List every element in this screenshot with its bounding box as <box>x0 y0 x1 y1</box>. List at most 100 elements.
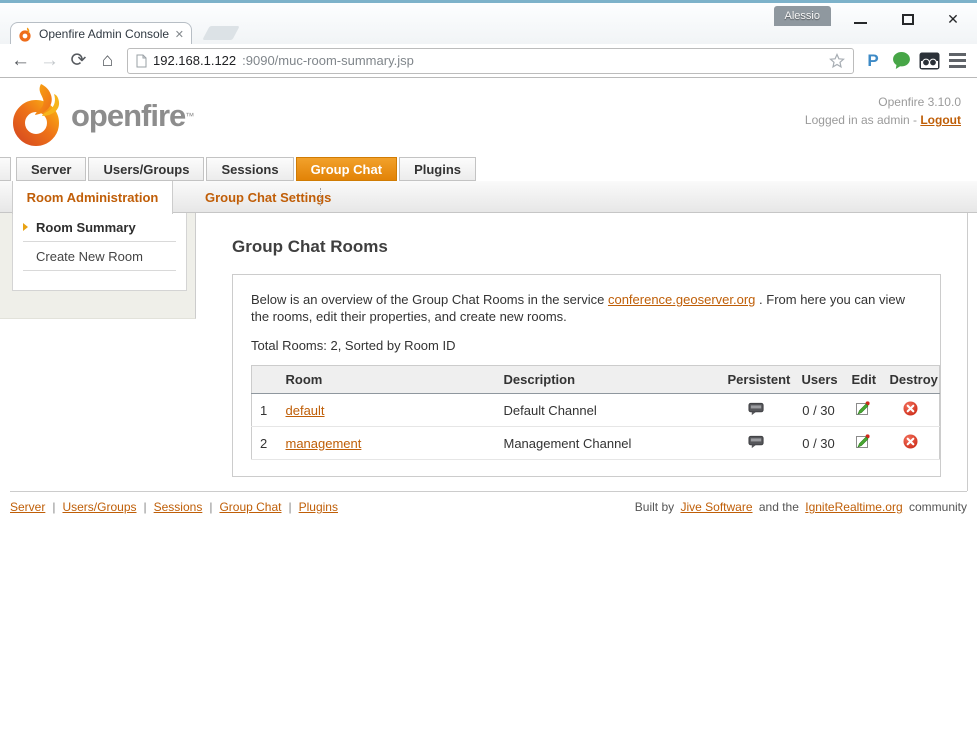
sidebar-item-room-summary[interactable]: Room Summary <box>23 213 176 242</box>
room-link[interactable]: management <box>286 436 362 451</box>
footer-separator: | <box>144 500 147 514</box>
home-icon[interactable]: ⌂ <box>93 47 122 75</box>
subtab-group-chat-settings[interactable]: Group Chat Settings <box>187 181 349 213</box>
openfire-logo: openfire ™ <box>10 84 194 148</box>
room-users: 0 / 30 <box>794 427 844 460</box>
room-description: Management Channel <box>496 427 720 460</box>
window-close-button[interactable]: ✕ <box>937 8 969 30</box>
col-destroy: Destroy <box>882 366 940 394</box>
nav-edge-stub <box>0 157 11 181</box>
footer-link-users-groups[interactable]: Users/Groups <box>62 500 136 514</box>
browser-menu-icon[interactable] <box>943 47 971 75</box>
profile-name-badge[interactable]: Alessio <box>774 6 831 26</box>
page-footer: Server | Users/Groups | Sessions | Group Chat |… <box>10 491 967 514</box>
extension-binoculars-icon[interactable] <box>915 47 943 75</box>
sidebar: Room Summary Create New Room <box>0 213 196 319</box>
total-rooms-line: Total Rooms: 2, Sorted by Room ID <box>251 338 922 353</box>
tab-title: Openfire Admin Console: <box>39 27 169 41</box>
service-link[interactable]: conference.geoserver.org <box>608 292 755 307</box>
footer-link-plugins[interactable]: Plugins <box>299 500 338 514</box>
openfire-header: openfire ™ Openfire 3.10.0 Logged in as … <box>0 78 977 156</box>
col-num <box>252 366 278 394</box>
content-area: Room Summary Create New Room Group Chat … <box>0 213 977 491</box>
table-header-row: Room Description Persistent Users Edit D… <box>252 366 940 394</box>
edit-icon[interactable] <box>855 434 870 449</box>
tab-sessions[interactable]: Sessions <box>206 157 293 181</box>
col-users: Users <box>794 366 844 394</box>
document-icon <box>136 54 147 68</box>
main-nav: Server Users/Groups Sessions Group Chat … <box>0 156 977 181</box>
row-number: 1 <box>252 394 278 427</box>
destroy-icon[interactable] <box>903 401 918 416</box>
main-panel: Group Chat Rooms Below is an overview of… <box>197 213 967 477</box>
row-number: 2 <box>252 427 278 460</box>
built-by-text: community <box>909 500 967 514</box>
built-by-text: and the <box>759 500 799 514</box>
window-maximize-button[interactable] <box>892 8 924 30</box>
sidebar-item-create-new-room[interactable]: Create New Room <box>23 242 176 271</box>
reload-icon[interactable]: ⟳ <box>64 47 93 75</box>
url-path: :9090/muc-room-summary.jsp <box>242 53 414 68</box>
room-users: 0 / 30 <box>794 394 844 427</box>
footer-separator: | <box>52 500 55 514</box>
version-label: Openfire 3.10.0 <box>805 93 961 111</box>
subnav-separator <box>320 188 321 206</box>
footer-separator: | <box>209 500 212 514</box>
footer-link-sessions[interactable]: Sessions <box>154 500 203 514</box>
room-link[interactable]: default <box>286 403 325 418</box>
browser-tab[interactable]: Openfire Admin Console: ✕ <box>10 22 192 45</box>
table-row: 1 default Default Channel 0 / 30 <box>252 394 940 427</box>
persistent-cell <box>720 394 794 427</box>
igniterealtime-link[interactable]: IgniteRealtime.org <box>805 500 902 514</box>
content-box: Below is an overview of the Group Chat R… <box>232 274 941 477</box>
tab-users-groups[interactable]: Users/Groups <box>88 157 204 181</box>
col-description: Description <box>496 366 720 394</box>
openfire-flame-icon <box>10 84 70 148</box>
table-row: 2 management Management Channel 0 / 30 <box>252 427 940 460</box>
jive-software-link[interactable]: Jive Software <box>680 500 752 514</box>
extension-chat-bubble-icon[interactable] <box>887 47 915 75</box>
tab-server[interactable]: Server <box>16 157 86 181</box>
url-host: 192.168.1.122 <box>153 53 236 68</box>
maximize-icon <box>902 14 914 25</box>
new-tab-button[interactable] <box>202 26 239 40</box>
content-right-border <box>967 213 968 491</box>
intro-paragraph: Below is an overview of the Group Chat R… <box>251 291 922 325</box>
persistent-cell <box>720 427 794 460</box>
forward-icon[interactable]: → <box>35 47 64 75</box>
window-minimize-button[interactable] <box>844 8 876 30</box>
tab-group-chat[interactable]: Group Chat <box>296 157 398 181</box>
login-status: Logged in as admin - <box>805 113 917 127</box>
sidebar-panel: Room Summary Create New Room <box>12 213 187 291</box>
active-item-arrow-icon <box>23 223 28 231</box>
logout-link[interactable]: Logout <box>920 113 961 127</box>
footer-separator: | <box>289 500 292 514</box>
minimize-icon <box>854 22 867 24</box>
subtab-room-administration[interactable]: Room Administration <box>12 181 173 214</box>
rooms-table: Room Description Persistent Users Edit D… <box>251 365 940 460</box>
built-by-text: Built by <box>635 500 674 514</box>
browser-titlebar: Openfire Admin Console: ✕ Alessio ✕ <box>0 0 977 44</box>
browser-toolbar: ← → ⟳ ⌂ 192.168.1.122 :9090/muc-room-sum… <box>0 44 977 78</box>
footer-link-server[interactable]: Server <box>10 500 45 514</box>
openfire-wordmark: openfire <box>71 98 185 134</box>
sub-nav: Room Administration Group Chat Settings <box>0 181 977 213</box>
tab-plugins[interactable]: Plugins <box>399 157 476 181</box>
persistent-chat-icon <box>748 435 765 449</box>
extension-p-icon[interactable]: P <box>859 47 887 75</box>
footer-link-group-chat[interactable]: Group Chat <box>219 500 281 514</box>
col-edit: Edit <box>844 366 882 394</box>
room-description: Default Channel <box>496 394 720 427</box>
address-bar[interactable]: 192.168.1.122 :9090/muc-room-summary.jsp <box>127 48 854 74</box>
persistent-chat-icon <box>748 402 765 416</box>
edit-icon[interactable] <box>855 401 870 416</box>
trademark-symbol: ™ <box>185 111 194 121</box>
sidebar-item-label: Create New Room <box>36 249 143 264</box>
bookmark-star-icon[interactable] <box>829 53 845 69</box>
col-room: Room <box>278 366 496 394</box>
destroy-icon[interactable] <box>903 434 918 449</box>
openfire-favicon-icon <box>18 27 33 42</box>
tab-close-icon[interactable]: ✕ <box>175 28 184 41</box>
sidebar-item-label: Room Summary <box>36 220 136 235</box>
back-icon[interactable]: ← <box>6 47 35 75</box>
